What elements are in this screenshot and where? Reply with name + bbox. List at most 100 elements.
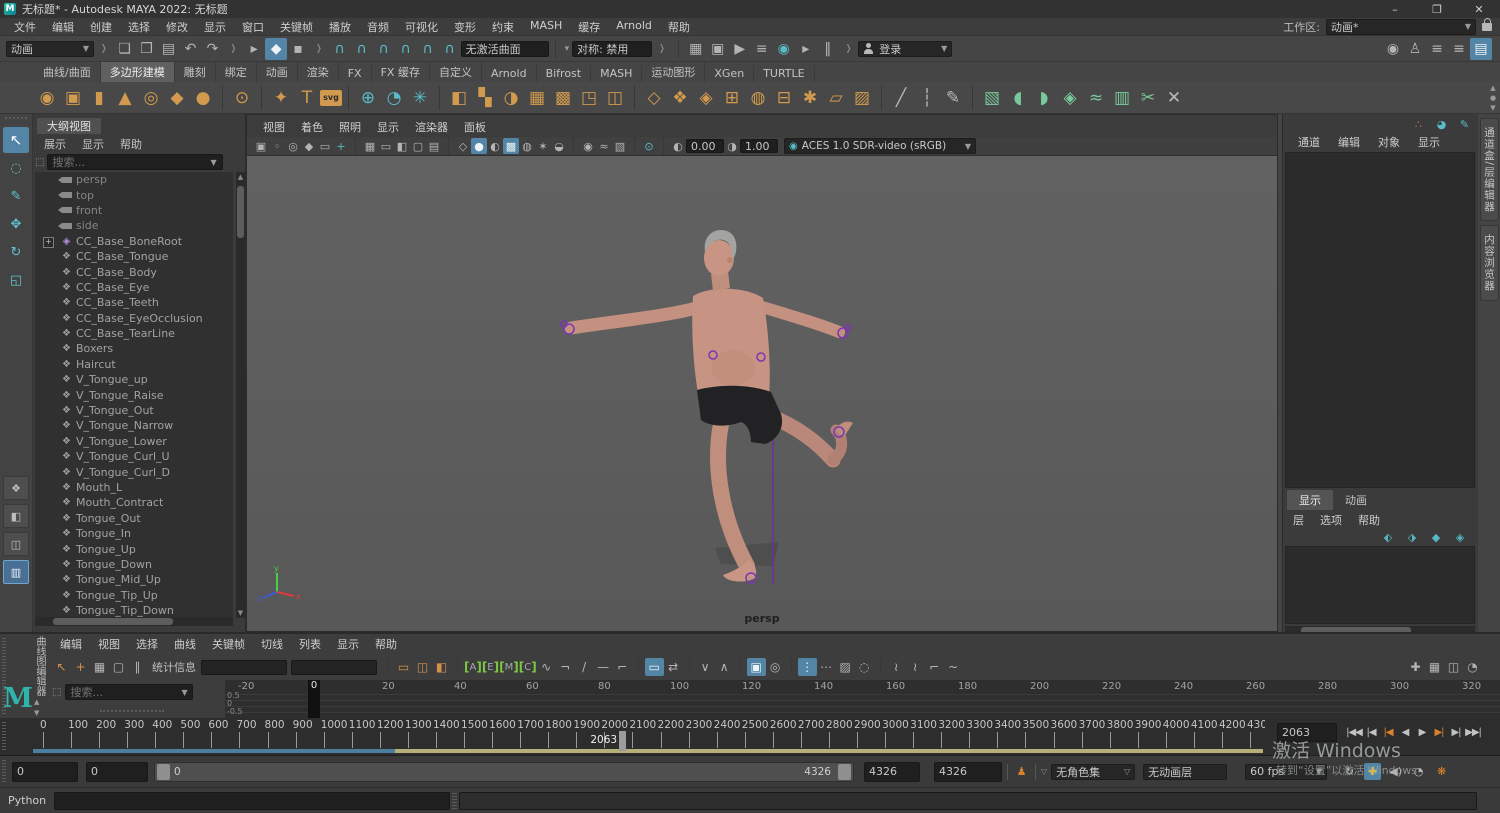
menuset-select[interactable]: 动画▼ (6, 41, 94, 57)
outliner-item-V_Tongue_Narrow[interactable]: ❖V_Tongue_Narrow (35, 418, 233, 433)
poly-cylinder-icon[interactable]: ▮ (86, 85, 112, 111)
shelf-tab-13[interactable]: XGen (705, 65, 754, 82)
poly-torus-icon[interactable]: ◎ (138, 85, 164, 111)
save-scene-icon[interactable]: ▤ (158, 38, 180, 60)
anim-layer-select[interactable]: 无动画层 (1143, 764, 1227, 780)
buffer-snapshot-icon[interactable]: ▭ (645, 658, 664, 676)
redo-icon[interactable]: ↷ (202, 38, 224, 60)
use-default-material-icon[interactable]: ◍ (519, 138, 535, 154)
outliner-item-V_Tongue_Raise[interactable]: ❖V_Tongue_Raise (35, 387, 233, 402)
insert-key-icon[interactable]: + (71, 658, 90, 676)
select-object-icon[interactable]: ◆ (265, 38, 287, 60)
loop-icon[interactable]: ↻ (1341, 763, 1358, 780)
connect-icon[interactable]: ◈ (693, 85, 719, 111)
main-menu-item-16[interactable]: 帮助 (660, 19, 698, 35)
shelf-scroll-up-icon[interactable]: ▲ (1490, 84, 1495, 92)
shelf-tab-3[interactable]: 绑定 (216, 62, 257, 82)
select-hierarchy-icon[interactable]: ▸ (243, 38, 265, 60)
new-empty-layer-icon[interactable]: ◆ (1429, 530, 1443, 544)
outliner-item-CC_Base_TearLine[interactable]: ❖CC_Base_TearLine (35, 326, 233, 341)
main-menu-item-14[interactable]: 缓存 (570, 19, 608, 35)
step-forward-frame-button[interactable]: ▶| (1431, 723, 1447, 741)
time-snap-icon[interactable]: ⋮ (798, 658, 817, 676)
motion-blur-icon[interactable]: ≈ (596, 138, 612, 154)
unfold-uv-icon[interactable]: ≈ (1083, 85, 1109, 111)
center-current-time-icon[interactable]: [M] (499, 658, 519, 676)
hypershade-icon[interactable]: ◉ (773, 38, 795, 60)
planar-uv-icon[interactable]: ▧ (979, 85, 1005, 111)
shelf-scroll-dot-icon[interactable]: ● (1490, 94, 1496, 102)
extrude-icon[interactable]: ⊟ (771, 85, 797, 111)
live-surface-field[interactable] (461, 41, 549, 57)
graph-editor-menu-item-5[interactable]: 切线 (253, 636, 291, 652)
snap-projected-center-icon[interactable]: ∩ (395, 38, 417, 60)
symmetry-field[interactable] (572, 41, 652, 57)
sidebar-vertical-tab-1[interactable]: 内容浏览器 (1480, 225, 1499, 301)
outliner-persp-layout-button[interactable]: ▥ (3, 560, 29, 584)
mirror-icon[interactable]: ◑ (498, 85, 524, 111)
graph-snapshot-icon[interactable]: ▦ (1425, 658, 1444, 676)
range-slider-track[interactable]: 0 4326 (154, 762, 854, 782)
main-menu-item-5[interactable]: 显示 (196, 19, 234, 35)
snap-grid-icon[interactable]: ∩ (329, 38, 351, 60)
shelf-tab-6[interactable]: FX (339, 65, 372, 82)
character-set-icon[interactable]: ♟ (1013, 763, 1030, 780)
move-nearest-key-icon[interactable]: ↖ (52, 658, 71, 676)
outliner-item-CC_Base_Eye[interactable]: ❖CC_Base_Eye (35, 280, 233, 295)
shelf-tab-8[interactable]: 自定义 (430, 62, 482, 82)
cut-uv-icon[interactable]: ✂ (1135, 85, 1161, 111)
scroll-up-icon[interactable]: ▲ (236, 173, 245, 181)
object-details-icon[interactable]: ◉ (1382, 38, 1404, 60)
pause-icon[interactable]: ‖ (817, 38, 839, 60)
retime-tool-icon[interactable]: ∥ (128, 658, 147, 676)
lattice-deform-keys-icon[interactable]: ▦ (90, 658, 109, 676)
outliner-tab[interactable]: 大纲视图 (37, 118, 101, 134)
snap-curve-icon[interactable]: ∩ (351, 38, 373, 60)
value-snap-icon[interactable]: ⋯ (817, 658, 836, 676)
go-to-start-button[interactable]: |◀◀ (1346, 723, 1362, 741)
outliner-search-input[interactable] (47, 154, 223, 170)
outliner-item-Mouth_Contract[interactable]: ❖Mouth_Contract (35, 495, 233, 510)
automatic-uv-icon[interactable]: ◈ (1057, 85, 1083, 111)
playback-end-field[interactable] (864, 762, 920, 782)
swap-buffer-icon[interactable]: ⇄ (664, 658, 683, 676)
reset-transform-icon[interactable]: ◕ (1434, 117, 1449, 132)
retopologize-icon[interactable]: ▩ (550, 85, 576, 111)
outliner-item-persp[interactable]: persp (35, 172, 233, 187)
viewport-menu-item-2[interactable]: 照明 (331, 119, 369, 135)
shelf-tab-4[interactable]: 动画 (257, 62, 298, 82)
undo-icon[interactable]: ↶ (180, 38, 202, 60)
outliner-item-Tongue_Tip_Up[interactable]: ❖Tongue_Tip_Up (35, 588, 233, 603)
animation-start-field[interactable] (12, 762, 78, 782)
ao-icon[interactable]: ◉ (580, 138, 596, 154)
graph-editor-menu-item-2[interactable]: 选择 (128, 636, 166, 652)
character-model[interactable] (247, 156, 1277, 631)
graph-editor-menu-item-1[interactable]: 视图 (90, 636, 128, 652)
smooth-shade-icon[interactable]: ● (471, 138, 487, 154)
outliner-item-CC_Base_Tongue[interactable]: ❖CC_Base_Tongue (35, 249, 233, 264)
grid-icon[interactable]: ▦ (362, 138, 378, 154)
outliner-item-Tongue_Down[interactable]: ❖Tongue_Down (35, 557, 233, 572)
outliner-vertical-scrollbar[interactable]: ▲ ▼ (236, 172, 245, 618)
outliner-item-V_Tongue_up[interactable]: ❖V_Tongue_up (35, 372, 233, 387)
fps-select[interactable]: 60 fps ▼ (1245, 764, 1327, 780)
scroll-thumb[interactable] (237, 186, 244, 238)
step-tangent-icon[interactable]: ⌐ (613, 658, 632, 676)
bookmark-icon[interactable]: ◆ (301, 138, 317, 154)
bridge-icon[interactable]: ◍ (745, 85, 771, 111)
outliner-item-Tongue_Tip_Down[interactable]: ❖Tongue_Tip_Down (35, 603, 233, 618)
frame-range-icon[interactable]: ✚ (1406, 658, 1425, 676)
character-set-select[interactable]: 无角色集 ▽ (1051, 764, 1135, 780)
snap-point-icon[interactable]: ∩ (373, 38, 395, 60)
select-component-icon[interactable]: ▪ (287, 38, 309, 60)
shelf-tab-10[interactable]: Bifrost (537, 65, 592, 82)
unify-tangents-icon[interactable]: ∧ (715, 658, 734, 676)
graph-editor-menu-item-4[interactable]: 关键帧 (204, 636, 253, 652)
outliner-item-Tongue_Up[interactable]: ❖Tongue_Up (35, 541, 233, 556)
camera-attributes-icon[interactable]: ◎ (285, 138, 301, 154)
film-gate-icon[interactable]: ▭ (378, 138, 394, 154)
pencil-curve-icon[interactable]: ✎ (940, 85, 966, 111)
step-back-frame-button[interactable]: |◀ (1380, 723, 1396, 741)
animation-end-field[interactable] (934, 762, 1002, 782)
panel-collapse-arrows[interactable]: ▲▼ (34, 698, 39, 717)
